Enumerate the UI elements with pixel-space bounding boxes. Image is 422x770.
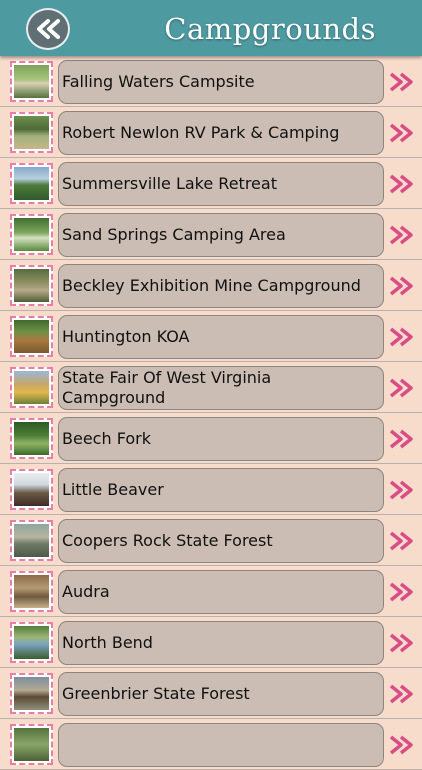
campground-name: Falling Waters Campsite (62, 72, 255, 91)
double-chevron-right-icon[interactable] (389, 735, 415, 755)
double-chevron-right-icon[interactable] (389, 378, 415, 398)
list-item[interactable]: Audra (0, 566, 422, 617)
campground-button[interactable]: Coopers Rock State Forest (58, 519, 384, 563)
campground-name: Summersville Lake Retreat (62, 174, 277, 193)
campground-thumbnail (10, 265, 53, 306)
double-chevron-right-icon[interactable] (389, 633, 415, 653)
campground-button[interactable]: Sand Springs Camping Area (58, 213, 384, 257)
campground-thumbnail (10, 571, 53, 612)
campground-list: Falling Waters Campsite Robert Newlon RV … (0, 56, 422, 770)
thumbnail-photo (14, 320, 49, 353)
campground-button[interactable]: Falling Waters Campsite (58, 60, 384, 104)
campground-thumbnail (10, 622, 53, 663)
campground-button[interactable] (58, 723, 384, 767)
double-chevron-right-icon[interactable] (389, 684, 415, 704)
thumbnail-photo (14, 269, 49, 302)
thumbnail-photo (14, 524, 49, 557)
double-chevron-left-icon (37, 19, 60, 39)
thumbnail-photo (14, 575, 49, 608)
campground-button[interactable]: North Bend (58, 621, 384, 665)
thumbnail-photo (14, 728, 49, 761)
campground-thumbnail (10, 418, 53, 459)
campground-thumbnail (10, 316, 53, 357)
list-item[interactable]: Greenbrier State Forest (0, 668, 422, 719)
campground-thumbnail (10, 673, 53, 714)
campground-button[interactable]: Summersville Lake Retreat (58, 162, 384, 206)
double-chevron-right-icon[interactable] (389, 480, 415, 500)
campground-thumbnail (10, 163, 53, 204)
thumbnail-photo (14, 371, 49, 404)
double-chevron-right-icon[interactable] (389, 174, 415, 194)
campground-thumbnail (10, 112, 53, 153)
page-title: Campgrounds (164, 12, 376, 46)
campground-name: Greenbrier State Forest (62, 684, 250, 703)
back-button[interactable] (26, 8, 70, 50)
thumbnail-photo (14, 473, 49, 506)
thumbnail-photo (14, 65, 49, 98)
list-item[interactable]: Little Beaver (0, 464, 422, 515)
campground-button[interactable]: Beech Fork (58, 417, 384, 461)
campground-name: North Bend (62, 633, 153, 652)
list-item[interactable]: North Bend (0, 617, 422, 668)
list-item[interactable]: Beech Fork (0, 413, 422, 464)
list-item[interactable] (0, 719, 422, 770)
campground-thumbnail (10, 214, 53, 255)
list-item[interactable]: Coopers Rock State Forest (0, 515, 422, 566)
double-chevron-right-icon[interactable] (389, 531, 415, 551)
list-item[interactable]: Summersville Lake Retreat (0, 158, 422, 209)
campground-button[interactable]: Audra (58, 570, 384, 614)
double-chevron-right-icon[interactable] (389, 72, 415, 92)
double-chevron-right-icon[interactable] (389, 582, 415, 602)
double-chevron-right-icon[interactable] (389, 225, 415, 245)
list-item[interactable]: Beckley Exhibition Mine Campground (0, 260, 422, 311)
list-item[interactable]: State Fair Of West Virginia Campground (0, 362, 422, 413)
campground-button[interactable]: State Fair Of West Virginia Campground (58, 366, 384, 410)
double-chevron-right-icon[interactable] (389, 123, 415, 143)
campground-thumbnail (10, 469, 53, 510)
list-item[interactable]: Sand Springs Camping Area (0, 209, 422, 260)
campground-thumbnail (10, 724, 53, 765)
campground-name: Sand Springs Camping Area (62, 225, 286, 244)
double-chevron-right-icon[interactable] (389, 327, 415, 347)
campground-name: State Fair Of West Virginia Campground (62, 368, 272, 407)
campground-thumbnail (10, 367, 53, 408)
thumbnail-photo (14, 218, 49, 251)
thumbnail-photo (14, 677, 49, 710)
campground-button[interactable]: Greenbrier State Forest (58, 672, 384, 716)
campground-name: Huntington KOA (62, 327, 190, 346)
campground-thumbnail (10, 61, 53, 102)
campground-name: Audra (62, 582, 110, 601)
campground-button[interactable]: Robert Newlon RV Park & Camping (58, 111, 384, 155)
campground-name: Beech Fork (62, 429, 151, 448)
campground-button[interactable]: Little Beaver (58, 468, 384, 512)
list-item[interactable]: Falling Waters Campsite (0, 56, 422, 107)
app-header: Campgrounds (0, 0, 422, 56)
campground-button[interactable]: Beckley Exhibition Mine Campground (58, 264, 384, 308)
campground-name: Little Beaver (62, 480, 164, 499)
thumbnail-photo (14, 116, 49, 149)
double-chevron-right-icon[interactable] (389, 429, 415, 449)
campground-button[interactable]: Huntington KOA (58, 315, 384, 359)
campground-name: Robert Newlon RV Park & Camping (62, 123, 340, 142)
thumbnail-photo (14, 167, 49, 200)
campground-name: Beckley Exhibition Mine Campground (62, 276, 361, 295)
thumbnail-photo (14, 626, 49, 659)
list-item[interactable]: Huntington KOA (0, 311, 422, 362)
double-chevron-right-icon[interactable] (389, 276, 415, 296)
list-item[interactable]: Robert Newlon RV Park & Camping (0, 107, 422, 158)
campground-thumbnail (10, 520, 53, 561)
campground-name: Coopers Rock State Forest (62, 531, 273, 550)
thumbnail-photo (14, 422, 49, 455)
